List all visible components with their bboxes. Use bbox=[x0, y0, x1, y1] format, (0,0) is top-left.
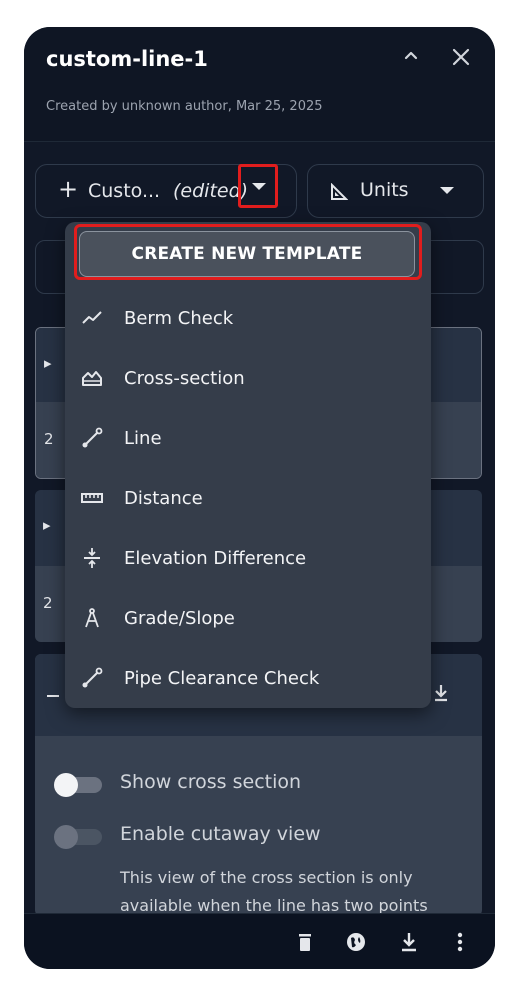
units-button[interactable]: Units bbox=[307, 164, 484, 218]
menu-item-label: Elevation Difference bbox=[124, 548, 307, 569]
cross-section-icon bbox=[82, 371, 102, 386]
template-name: Custo... bbox=[88, 180, 161, 202]
elevation-difference-icon bbox=[84, 548, 100, 568]
download-icon[interactable] bbox=[401, 932, 417, 952]
units-label: Units bbox=[360, 179, 409, 201]
chevron-up-icon bbox=[404, 51, 418, 60]
menu-item-grade-slope[interactable]: Grade/Slope bbox=[65, 589, 431, 649]
panel-subtitle: Created by unknown author, Mar 25, 2025 bbox=[46, 99, 323, 114]
template-dropdown-menu: CREATE NEW TEMPLATE Berm Check Cross-sec… bbox=[65, 222, 431, 708]
more-vertical-icon[interactable] bbox=[457, 932, 463, 952]
panel-footer bbox=[24, 913, 495, 969]
line-segment-icon bbox=[82, 427, 103, 448]
add-icon: + bbox=[58, 175, 79, 203]
show-cross-section-label: Show cross section bbox=[120, 771, 302, 793]
show-cross-section-toggle[interactable] bbox=[54, 773, 104, 797]
menu-item-label: Pipe Clearance Check bbox=[124, 668, 320, 689]
card-icon-fragment: ▸ bbox=[44, 354, 52, 372]
menu-item-label: Cross-section bbox=[124, 368, 245, 389]
collapse-button[interactable] bbox=[402, 47, 420, 65]
close-button[interactable] bbox=[451, 47, 471, 67]
template-dropdown-toggle[interactable] bbox=[238, 164, 278, 208]
menu-item-label: Grade/Slope bbox=[124, 608, 235, 629]
enable-cutaway-toggle[interactable] bbox=[54, 825, 104, 849]
menu-item-pipe-clearance-check[interactable]: Pipe Clearance Check bbox=[65, 649, 431, 709]
menu-item-line[interactable]: Line bbox=[65, 409, 431, 469]
compass-icon bbox=[85, 608, 99, 628]
menu-item-label: Line bbox=[124, 428, 162, 449]
create-new-template-button[interactable]: CREATE NEW TEMPLATE bbox=[79, 231, 415, 277]
menu-item-distance[interactable]: Distance bbox=[65, 469, 431, 529]
download-icon[interactable] bbox=[433, 684, 449, 702]
line-segment-icon bbox=[82, 667, 103, 688]
caret-down-icon bbox=[440, 187, 454, 194]
set-square-icon bbox=[331, 183, 348, 200]
card-value-fragment: 2 bbox=[44, 430, 54, 448]
card-icon-fragment: ▸ bbox=[43, 516, 51, 534]
trend-line-icon bbox=[82, 311, 102, 324]
panel-header: custom-line-1 Created by unknown author,… bbox=[24, 27, 495, 142]
menu-item-label: Berm Check bbox=[124, 308, 234, 329]
ruler-icon bbox=[81, 493, 103, 503]
menu-item-elevation-difference[interactable]: Elevation Difference bbox=[65, 529, 431, 589]
panel-title: custom-line-1 bbox=[46, 47, 208, 71]
settings-icon-fragment bbox=[47, 685, 59, 697]
menu-item-berm-check[interactable]: Berm Check bbox=[65, 289, 431, 349]
menu-item-cross-section[interactable]: Cross-section bbox=[65, 349, 431, 409]
enable-cutaway-label: Enable cutaway view bbox=[120, 823, 321, 845]
close-icon bbox=[452, 48, 470, 66]
card-value-fragment: 2 bbox=[43, 594, 53, 612]
cutaway-description: This view of the cross section is only a… bbox=[120, 868, 428, 915]
trash-icon[interactable] bbox=[298, 932, 312, 952]
menu-item-label: Distance bbox=[124, 488, 203, 509]
caret-down-icon bbox=[252, 183, 266, 190]
globe-icon[interactable] bbox=[346, 932, 366, 952]
edited-indicator: (edited) bbox=[173, 180, 249, 202]
